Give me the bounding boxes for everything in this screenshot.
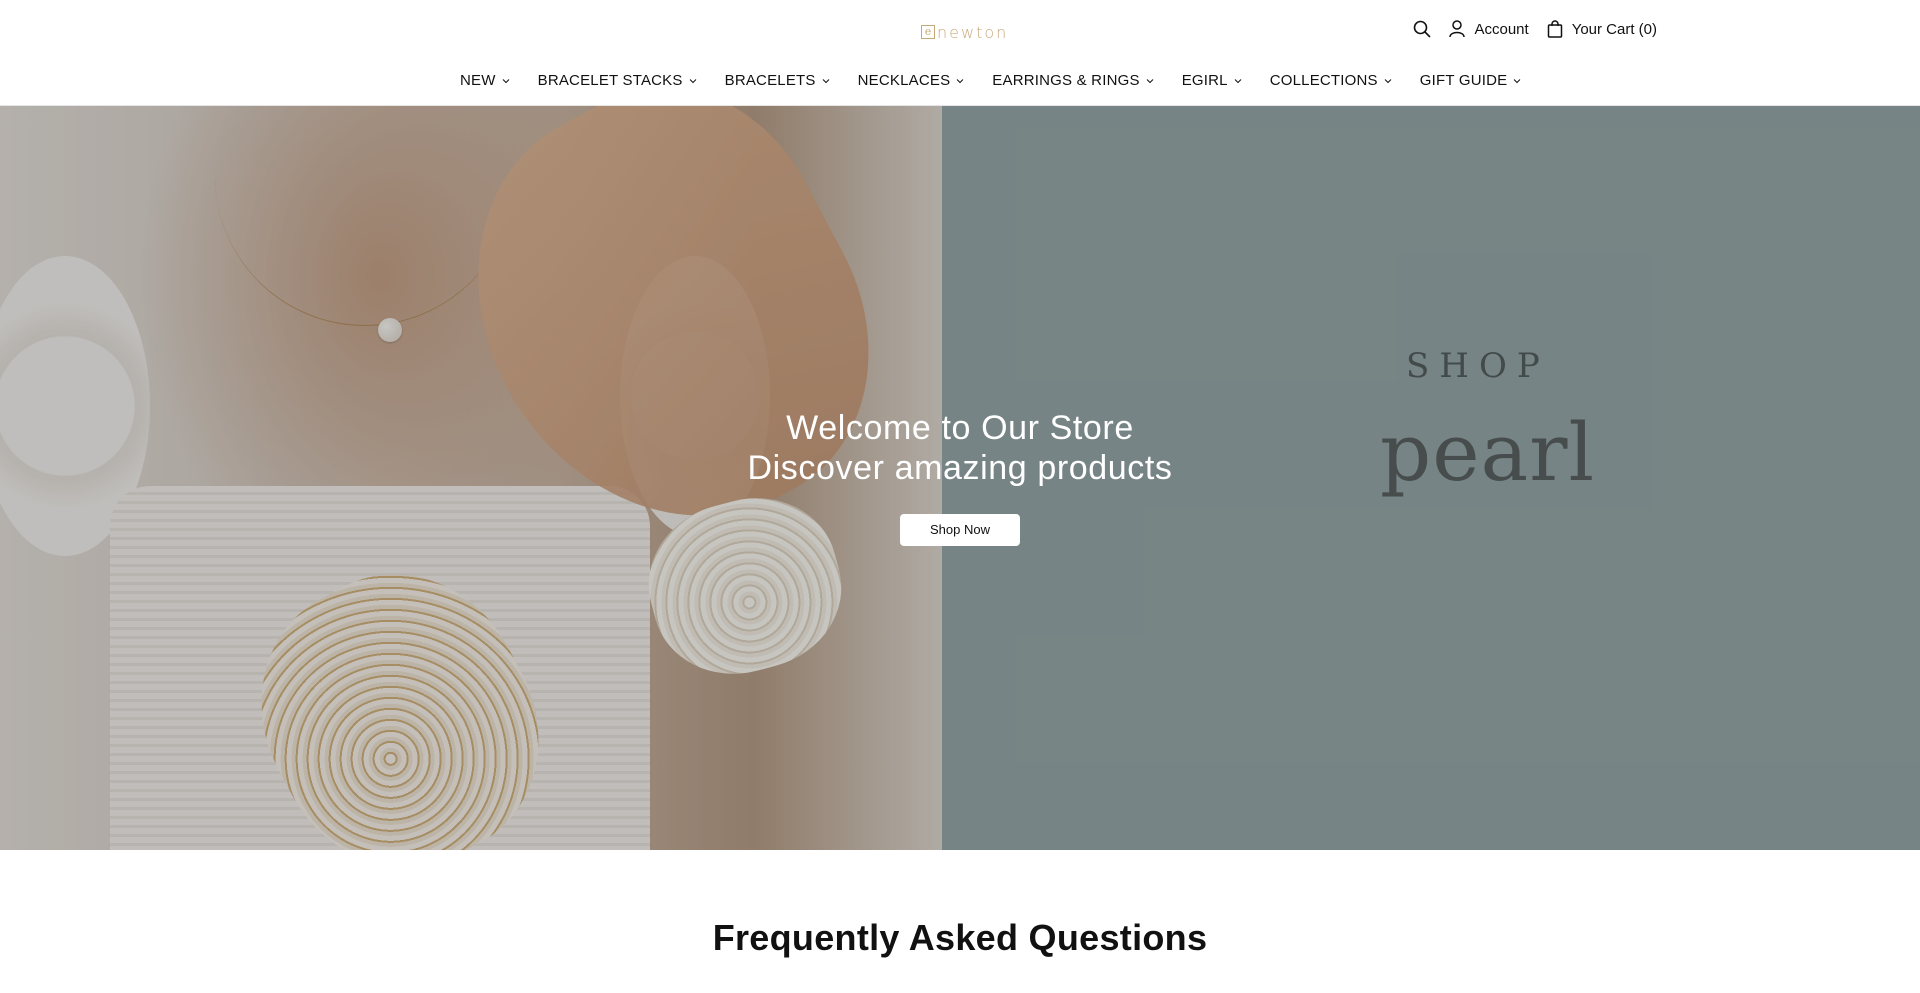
chevron-down-icon: [689, 78, 696, 83]
logo-text: newton: [937, 22, 1009, 42]
nav-item-necklaces[interactable]: NECKLACES: [858, 72, 965, 89]
nav-item-label: GIFT GUIDE: [1419, 72, 1508, 89]
nav-item-egirl[interactable]: EGIRL: [1182, 72, 1242, 89]
nav-item-label: EGIRL: [1181, 72, 1228, 89]
chevron-down-icon: [1146, 78, 1154, 83]
nav-item-bracelet-stacks[interactable]: BRACELET STACKS: [538, 72, 697, 89]
nav-item-new[interactable]: NEW: [460, 72, 510, 89]
chevron-down-icon: [1513, 78, 1521, 83]
search-icon: [1414, 20, 1432, 38]
account-link[interactable]: Account: [1449, 20, 1529, 38]
nav-item-label: BRACELET STACKS: [537, 72, 683, 89]
cart-link[interactable]: Your Cart (0): [1547, 20, 1657, 38]
site-header: e newton Account Your Cart (0) NEW BRACE…: [0, 0, 1920, 106]
chevron-down-icon: [502, 78, 509, 83]
nav-item-gift-guide[interactable]: GIFT GUIDE: [1420, 72, 1522, 89]
hero-copy: Welcome to Our Store Discover amazing pr…: [0, 408, 1920, 546]
hero-title-line2: Discover amazing products: [747, 449, 1173, 487]
nav-item-bracelets[interactable]: BRACELETS: [725, 72, 830, 89]
nav-item-label: EARRINGS & RINGS: [992, 72, 1140, 89]
nav-item-label: NEW: [460, 72, 496, 89]
nav-item-label: BRACELETS: [724, 72, 816, 89]
logo-mark: e: [921, 25, 935, 39]
chevron-down-icon: [1384, 78, 1392, 83]
faq-heading: Frequently Asked Questions: [712, 917, 1208, 958]
main-navigation: NEW BRACELET STACKS BRACELETS NECKLACES …: [460, 72, 1521, 89]
user-icon: [1449, 20, 1466, 38]
shopping-bag-icon: [1547, 20, 1562, 38]
nav-item-label: NECKLACES: [857, 72, 951, 89]
chevron-down-icon: [956, 78, 964, 83]
utility-nav: Account Your Cart (0): [1413, 20, 1657, 38]
site-logo[interactable]: e newton: [921, 22, 1008, 42]
hero-title-line1: Welcome to Our Store: [786, 409, 1134, 447]
chevron-down-icon: [1234, 78, 1242, 83]
cart-label: Your Cart (0): [1571, 20, 1657, 38]
nav-item-earrings-rings[interactable]: EARRINGS & RINGS: [992, 72, 1154, 89]
search-button[interactable]: [1413, 20, 1432, 38]
nav-item-collections[interactable]: COLLECTIONS: [1270, 72, 1392, 89]
account-label: Account: [1474, 20, 1529, 38]
nav-item-label: COLLECTIONS: [1269, 72, 1378, 89]
hero-banner: SHOP pearl Welcome to Our Store Discover…: [0, 106, 1920, 850]
shop-now-button[interactable]: Shop Now: [900, 514, 1020, 546]
chevron-down-icon: [822, 78, 829, 83]
